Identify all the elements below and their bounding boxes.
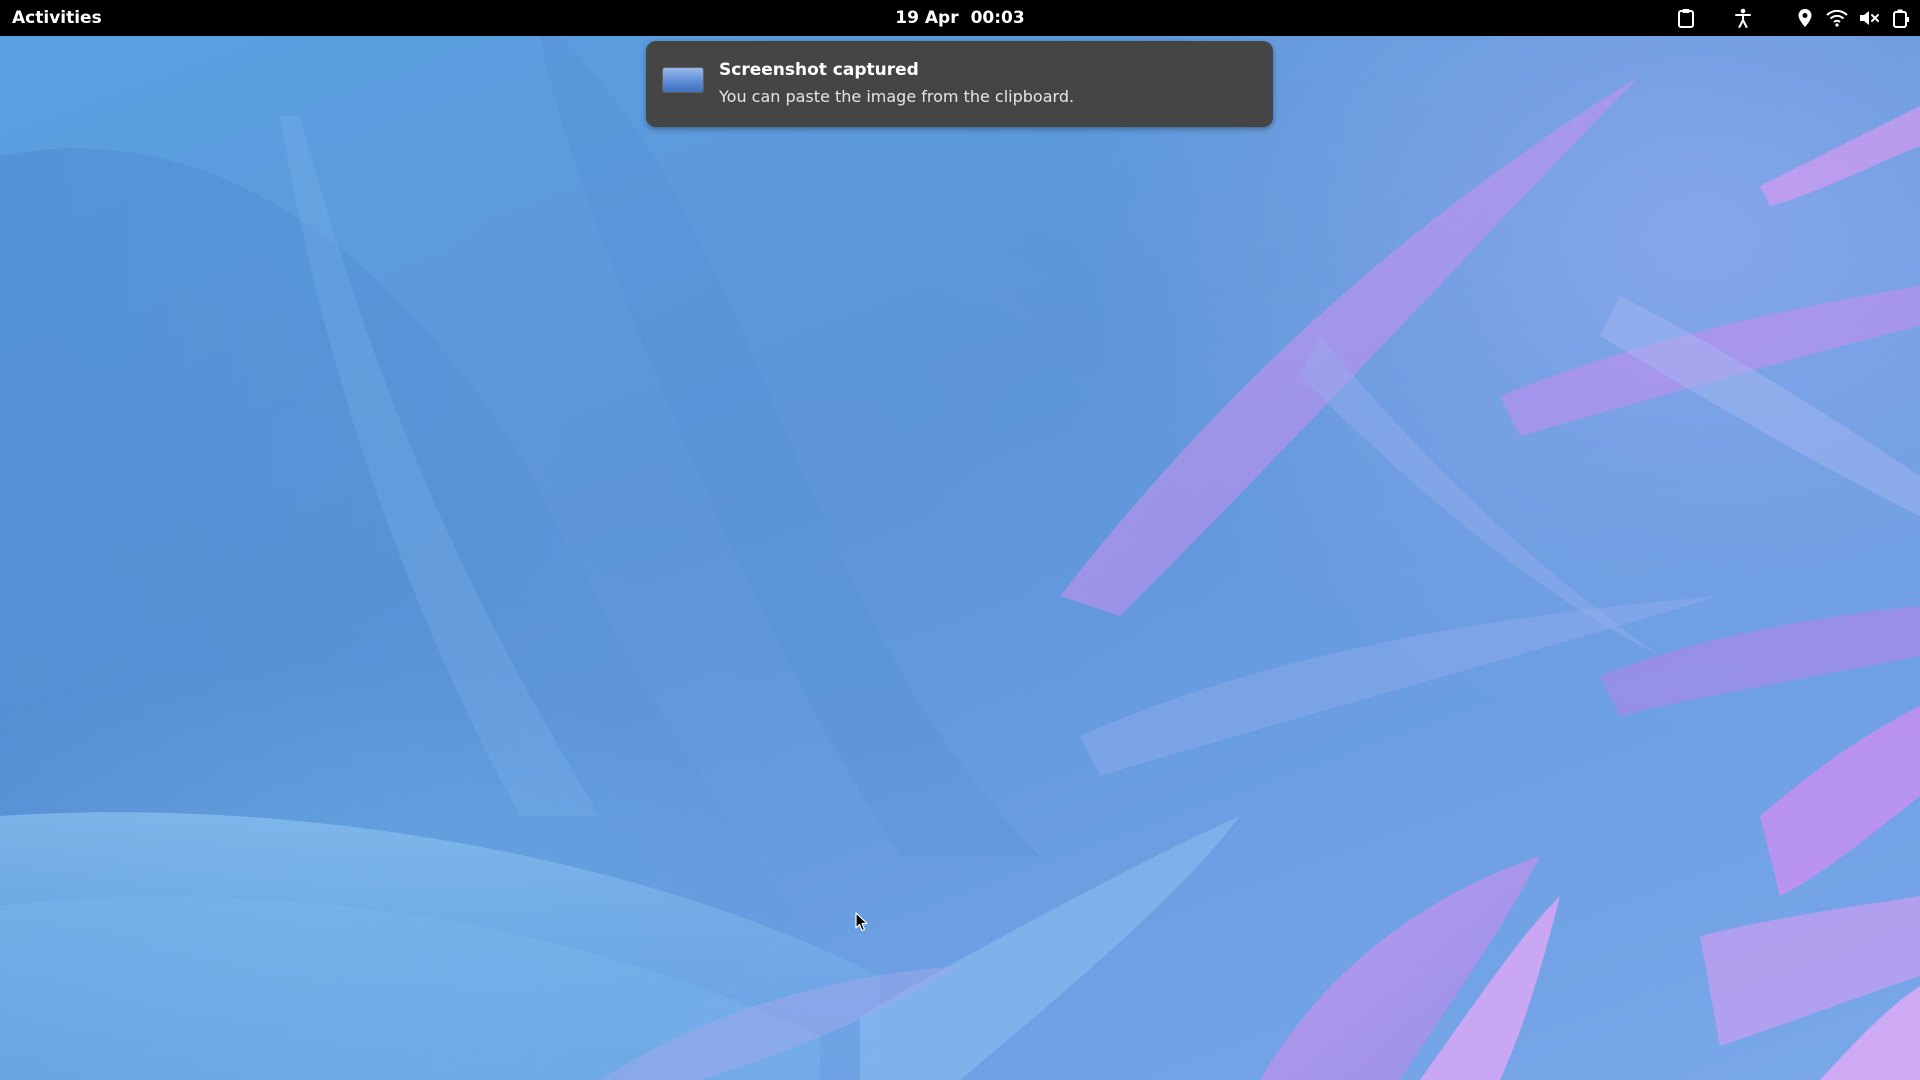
wallpaper-shapes [0,36,1920,1080]
activities-button[interactable]: Activities [0,0,114,36]
system-status-area[interactable] [1792,0,1920,36]
notification-title: Screenshot captured [719,60,919,80]
location-icon [1792,0,1818,36]
screenshot-notification[interactable]: Screenshot captured You can paste the im… [646,41,1273,127]
clipboard-icon[interactable] [1668,0,1704,36]
accessibility-icon[interactable] [1725,0,1761,36]
notification-body: You can paste the image from the clipboa… [719,87,1075,106]
volume-muted-icon [1856,0,1882,36]
clock-button[interactable]: 19 Apr 00:03 [895,0,1024,36]
clock-time: 00:03 [970,8,1025,28]
screenshot-thumbnail [663,68,703,92]
battery-icon [1888,0,1914,36]
clock-date: 19 Apr [895,8,959,28]
desktop-wallpaper [0,36,1920,1080]
wifi-icon [1824,0,1850,36]
top-bar: Activities 19 Apr 00:03 [0,0,1920,36]
mouse-pointer-icon [855,912,868,932]
